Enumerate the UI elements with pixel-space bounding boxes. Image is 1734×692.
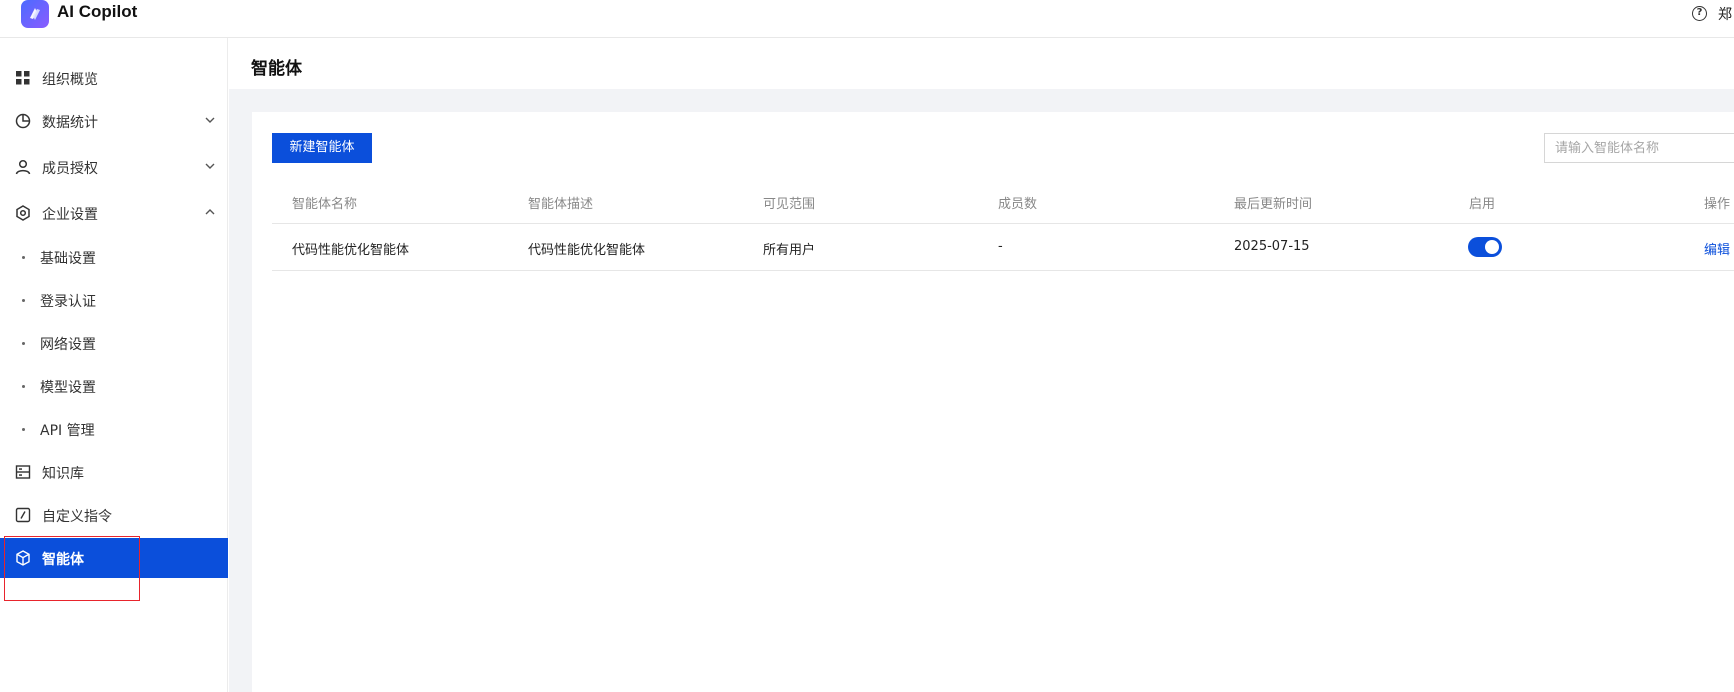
agent-name-cell: 代码性能优化智能体 [292, 243, 410, 258]
agent-description-cell: 代码性能优化智能体 [528, 243, 646, 258]
table-header-divider [272, 223, 1734, 224]
sidebar-item-enterprise-settings[interactable]: 企业设置 [0, 193, 228, 233]
sidebar-subitem-label: API 管理 [40, 423, 95, 439]
sidebar-item-knowledge-base[interactable]: 知识库 [0, 452, 228, 492]
agent-search-input[interactable] [1544, 133, 1734, 163]
new-agent-button[interactable]: 新建智能体 [272, 133, 372, 163]
toggle-knob [1485, 240, 1499, 254]
agent-enabled-toggle[interactable] [1468, 237, 1502, 257]
pie-chart-icon [15, 113, 31, 129]
sidebar-item-label: 知识库 [42, 466, 84, 482]
sidebar-subitem-label: 基础设置 [40, 251, 96, 267]
app-title: AI Copilot [57, 2, 138, 21]
agents-card [252, 112, 1734, 692]
column-header-name: 智能体名称 [292, 197, 358, 212]
highlight-box-sidebar [4, 536, 140, 601]
command-icon [15, 507, 31, 523]
sidebar-subitem-basic-settings[interactable]: 基础设置 [0, 237, 228, 277]
edit-agent-link[interactable]: 编辑 [1704, 239, 1730, 258]
column-header-visibility: 可见范围 [763, 197, 816, 212]
page-title: 智能体 [251, 59, 302, 79]
sidebar-item-members[interactable]: 成员授权 [0, 147, 228, 187]
bullet-icon [22, 385, 25, 388]
chevron-up-icon [205, 209, 215, 215]
sidebar-subitem-label: 登录认证 [40, 294, 96, 310]
database-icon [15, 465, 31, 479]
sidebar-subitem-login-auth[interactable]: 登录认证 [0, 280, 228, 320]
bullet-icon [22, 342, 25, 345]
settings-icon [16, 205, 30, 221]
sidebar-item-label: 组织概览 [42, 72, 98, 88]
bullet-icon [22, 256, 25, 259]
user-name[interactable]: 郑 [1718, 4, 1732, 24]
grid-icon [16, 71, 30, 85]
sidebar-subitem-label: 网络设置 [40, 337, 96, 353]
sidebar-subitem-network-settings[interactable]: 网络设置 [0, 323, 228, 363]
sidebar-item-label: 数据统计 [42, 115, 98, 131]
column-header-enabled: 启用 [1469, 197, 1496, 212]
table-row-divider [272, 270, 1734, 271]
user-icon [15, 159, 31, 175]
sidebar-subitem-api-management[interactable]: API 管理 [0, 409, 228, 449]
agent-updated-cell: 2025-07-15 [1234, 239, 1310, 254]
sidebar-item-overview[interactable]: 组织概览 [0, 58, 228, 98]
sidebar-item-label: 企业设置 [42, 207, 98, 223]
column-header-actions: 操作 [1704, 197, 1731, 212]
top-header: AI Copilot ? 郑 [0, 0, 1734, 38]
agent-visibility-cell: 所有用户 [763, 243, 816, 258]
agent-members-cell: - [998, 239, 1003, 254]
sidebar-item-custom-commands[interactable]: 自定义指令 [0, 495, 228, 535]
sidebar-item-label: 成员授权 [42, 161, 98, 177]
bullet-icon [22, 428, 25, 431]
column-header-updated: 最后更新时间 [1234, 197, 1313, 212]
sidebar-subitem-label: 模型设置 [40, 380, 96, 396]
chevron-down-icon [205, 117, 215, 123]
copilot-logo-icon [21, 0, 49, 28]
bullet-icon [22, 299, 25, 302]
help-icon[interactable]: ? [1692, 6, 1707, 21]
chevron-down-icon [205, 163, 215, 169]
column-header-description: 智能体描述 [528, 197, 594, 212]
sidebar-item-statistics[interactable]: 数据统计 [0, 101, 228, 141]
column-header-members: 成员数 [998, 197, 1038, 212]
sidebar-item-label: 自定义指令 [42, 509, 112, 525]
sidebar-subitem-model-settings[interactable]: 模型设置 [0, 366, 228, 406]
